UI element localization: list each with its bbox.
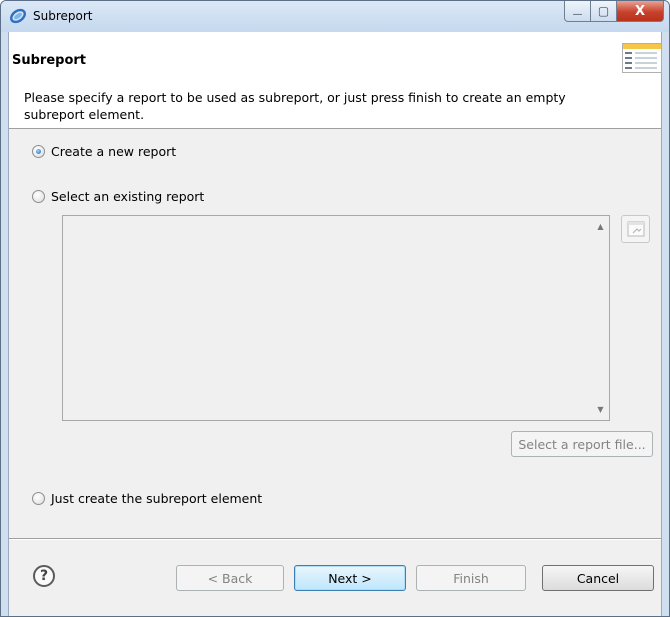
back-button[interactable]: < Back xyxy=(176,565,284,591)
next-button[interactable]: Next > xyxy=(294,565,406,591)
scroll-down-icon[interactable]: ▼ xyxy=(592,401,609,418)
report-list[interactable]: ▲ ▼ xyxy=(62,215,610,421)
select-existing-label: Select an existing report xyxy=(51,189,205,204)
window-controls: — ▢ X xyxy=(564,1,664,22)
eclipse-icon xyxy=(10,8,26,24)
select-existing-radio[interactable] xyxy=(32,190,45,203)
button-bar-separator xyxy=(9,538,661,540)
wizard-banner-icon xyxy=(622,43,662,73)
help-icon: ? xyxy=(39,568,49,584)
page-title: Subreport xyxy=(12,53,87,68)
option-just-create-element[interactable]: Just create the subreport element xyxy=(32,491,262,506)
create-new-label: Create a new report xyxy=(51,144,177,159)
dialog-client-area: Subreport Please specify a report to be … xyxy=(8,32,662,616)
window-title: Subreport xyxy=(33,9,93,23)
minimize-button[interactable]: — xyxy=(564,1,591,22)
close-button[interactable]: X xyxy=(617,1,664,22)
maximize-button[interactable]: ▢ xyxy=(591,1,617,22)
title-bar[interactable]: Subreport — ▢ X xyxy=(1,1,669,32)
cancel-button[interactable]: Cancel xyxy=(542,565,654,591)
subreport-window: Subreport — ▢ X Subreport Please specify… xyxy=(0,0,670,617)
just-create-radio[interactable] xyxy=(32,492,45,505)
option-create-new-report[interactable]: Create a new report xyxy=(32,144,176,159)
close-icon: X xyxy=(634,3,646,19)
maximize-icon: ▢ xyxy=(597,4,610,18)
page-description: Please specify a report to be used as su… xyxy=(24,90,566,122)
scroll-up-icon[interactable]: ▲ xyxy=(592,218,609,235)
finish-button[interactable]: Finish xyxy=(416,565,526,591)
help-button[interactable]: ? xyxy=(33,565,55,587)
just-create-label: Just create the subreport element xyxy=(51,491,263,506)
minimize-icon: — xyxy=(572,8,583,20)
option-select-existing-report[interactable]: Select an existing report xyxy=(32,189,204,204)
report-list-scrollbar[interactable]: ▲ ▼ xyxy=(592,216,609,420)
browse-icon xyxy=(627,221,644,237)
browse-button[interactable] xyxy=(621,215,650,243)
wizard-header: Subreport Please specify a report to be … xyxy=(9,32,662,129)
select-report-file-button[interactable]: Select a report file... xyxy=(511,431,653,457)
create-new-radio[interactable] xyxy=(32,145,45,158)
